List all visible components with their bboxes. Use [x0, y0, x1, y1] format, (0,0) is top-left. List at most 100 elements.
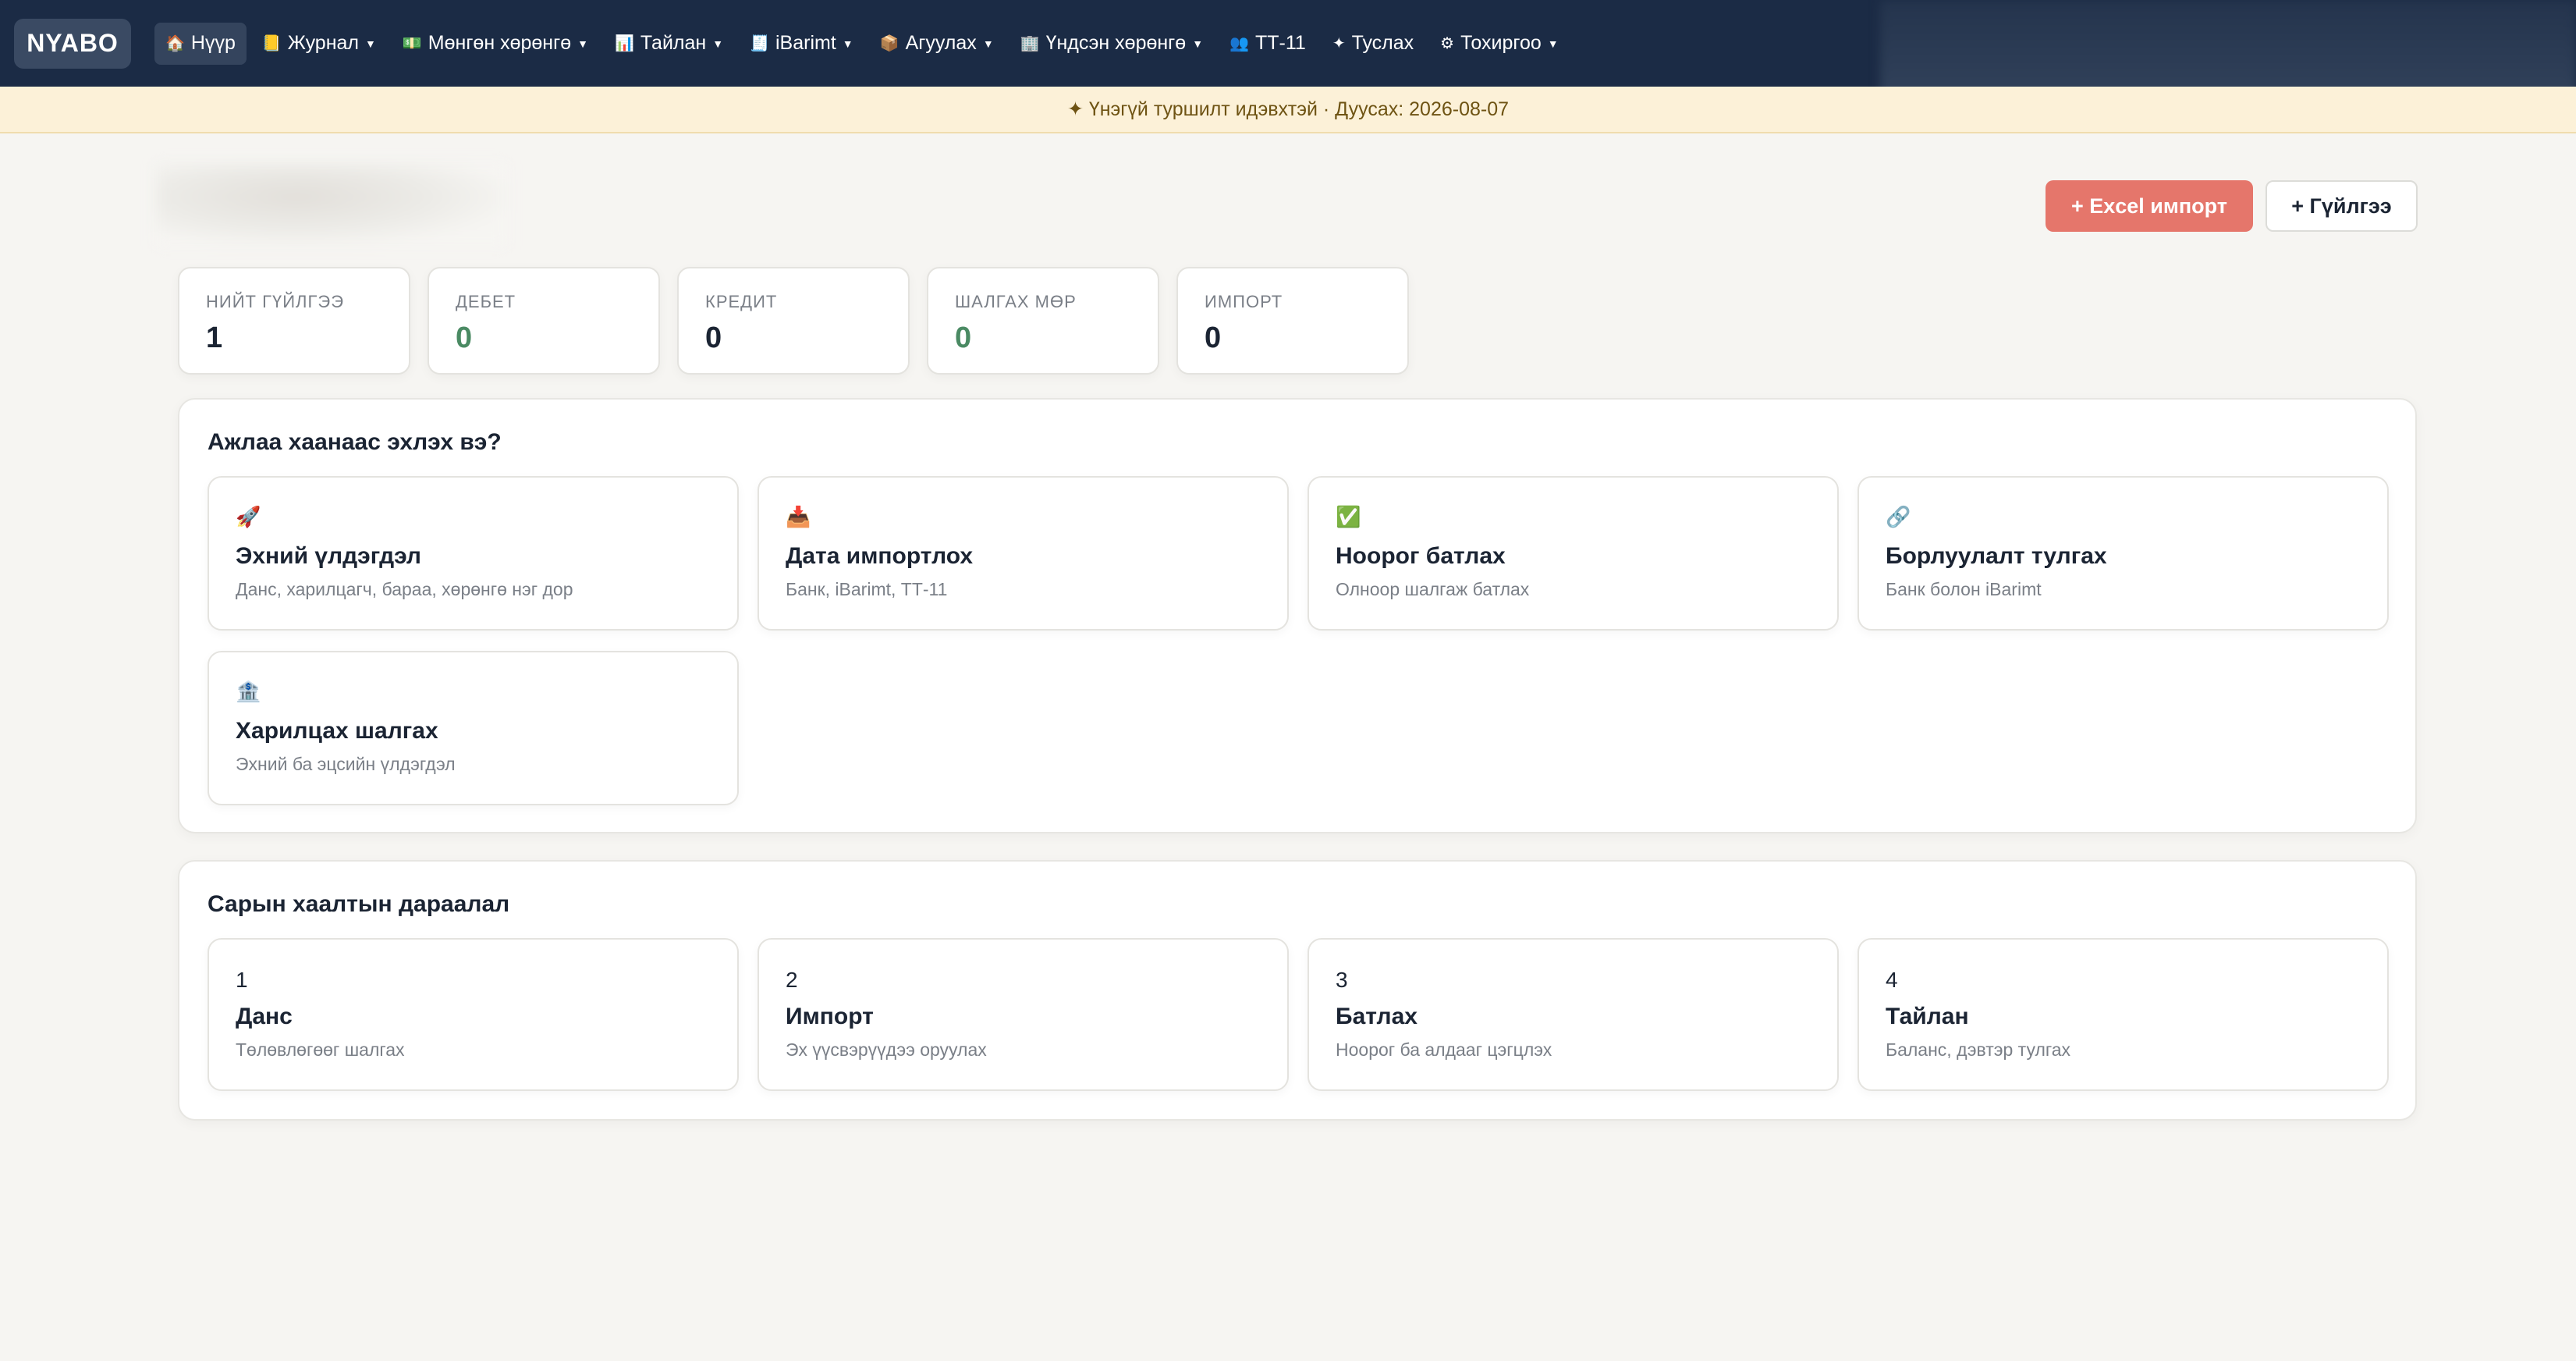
card-title: Ноорог батлах: [1336, 543, 1506, 569]
stat-label: НИЙТ ГҮЙЛГЭЭ: [206, 292, 344, 311]
chevron-down-icon: ▼: [982, 37, 994, 50]
blurred-user-area: [1880, 0, 2576, 95]
stat-value: 0: [955, 322, 972, 354]
nav-item-home[interactable]: 🏠 Нүүр: [154, 22, 247, 65]
nav-item-label: Тохиргоо: [1460, 32, 1542, 54]
month-close-title: Сарын хаалтын дараалал: [208, 891, 510, 917]
step-title: Импорт: [786, 1004, 874, 1029]
close-step-import[interactable]: 2 Импорт Эх үүсвэрүүдээ оруулах: [758, 938, 1289, 1091]
nav-item-label: Тайлан: [640, 32, 707, 54]
card-title: Борлуулалт тулгах: [1886, 543, 2107, 569]
nav-item-label: ТТ-11: [1254, 32, 1306, 54]
stat-value: 0: [705, 322, 722, 354]
start-card-opening-balance[interactable]: 🚀 Эхний үлдэгдэл Данс, харилцагч, бараа, х…: [208, 476, 739, 631]
card-subtitle: Банк болон iBarimt: [1886, 579, 2042, 599]
journal-icon: 📒: [261, 35, 282, 52]
nav-item-settings[interactable]: ⚙ Тохиргоо ▼: [1429, 23, 1569, 65]
check-icon: ✅: [1336, 505, 1361, 528]
chevron-down-icon: ▼: [842, 37, 853, 50]
start-card-sales-reconcile[interactable]: 🔗 Борлуулалт тулгах Банк болон iBarimt: [1857, 476, 2389, 631]
getting-started-grid: 🚀 Эхний үлдэгдэл Данс, харилцагч, бараа, х…: [208, 476, 2389, 805]
nav-item-label: Мөнгөн хөрөнгө: [428, 32, 572, 54]
nav-item-reports[interactable]: 📊 Тайлан ▼: [604, 23, 734, 65]
chevron-down-icon: ▼: [1547, 37, 1559, 50]
nav-item-ibarimt[interactable]: 🧾 iBarimt ▼: [739, 23, 864, 65]
step-subtitle: Эх үүсвэрүүдээ оруулах: [786, 1039, 987, 1060]
assistant-icon: ✦: [1332, 35, 1346, 52]
nav-item-assistant[interactable]: ✦ Туслах: [1322, 23, 1425, 65]
stat-card-import: ИМПОРТ 0: [1176, 267, 1409, 375]
stat-card-total-transactions: НИЙТ ГҮЙЛГЭЭ 1: [178, 267, 410, 375]
close-step-report[interactable]: 4 Тайлан Баланс, дэвтэр тулгах: [1857, 938, 2389, 1091]
month-close-panel: Сарын хаалтын дараалал 1 Данс Төлөвлөгөөг …: [178, 860, 2417, 1121]
step-title: Тайлан: [1886, 1004, 1969, 1029]
stat-label: ШАЛГАХ МӨР: [955, 292, 1077, 311]
stat-card-debit: ДЕБЕТ 0: [428, 267, 660, 375]
stats-row: НИЙТ ГҮЙЛГЭЭ 1 ДЕБЕТ 0 КРЕДИТ 0 ШАЛГАХ МӨР 0 ИМП…: [178, 267, 1409, 375]
chevron-down-icon: ▼: [712, 37, 724, 50]
nav-item-warehouse[interactable]: 📦 Агуулах ▼: [869, 23, 1005, 65]
card-subtitle: Эхний ба эцсийн үлдэгдэл: [236, 754, 456, 774]
getting-started-title: Ажлаа хаанаас эхлэх вэ?: [208, 429, 502, 455]
nav-item-label: Үндсэн хөрөнгө: [1045, 32, 1187, 54]
app-logo[interactable]: NYABO: [14, 18, 131, 69]
step-subtitle: Төлөвлөгөөг шалгах: [236, 1039, 405, 1060]
nav-item-label: Агуулах: [905, 32, 977, 54]
close-step-accounts[interactable]: 1 Данс Төлөвлөгөөг шалгах: [208, 938, 739, 1091]
link-icon: 🔗: [1886, 505, 1911, 528]
home-icon: 🏠: [165, 35, 185, 52]
nav-item-label: Нүүр: [190, 32, 236, 54]
nav-item-label: Журнал: [287, 32, 360, 54]
stat-label: ИМПОРТ: [1205, 292, 1283, 311]
step-title: Данс: [236, 1004, 293, 1029]
step-subtitle: Ноорог ба алдааг цэгцлэх: [1336, 1039, 1552, 1060]
start-card-check-current-account[interactable]: 🏦 Харилцах шалгах Эхний ба эцсийн үлдэгдэл: [208, 651, 739, 805]
getting-started-panel: Ажлаа хаанаас эхлэх вэ? 🚀 Эхний үлдэгдэл Д…: [178, 398, 2417, 833]
excel-import-button[interactable]: + Excel импорт: [2046, 180, 2253, 232]
nav-menu: 🏠 Нүүр 📒 Журнал ▼ 💵 Мөнгөн хөрөнгө ▼ 📊 Тайлан ▼ 🧾 iB…: [154, 22, 1574, 65]
inbox-import-icon: 📥: [786, 505, 811, 528]
nav-item-journal[interactable]: 📒 Журнал ▼: [251, 23, 387, 65]
chevron-down-icon: ▼: [365, 37, 376, 50]
card-subtitle: Данс, харилцагч, бараа, хөрөнгө нэг дор: [236, 579, 573, 599]
nav-item-tt11[interactable]: 👥 ТТ-11: [1219, 23, 1317, 65]
start-card-data-import[interactable]: 📥 Дата импортлох Банк, iBarimt, ТТ-11: [758, 476, 1289, 631]
reports-icon: 📊: [615, 35, 634, 52]
card-subtitle: Олноор шалгаж батлах: [1336, 579, 1530, 599]
stat-card-credit: КРЕДИТ 0: [677, 267, 910, 375]
trial-banner: ✦ Үнэгүй туршилт идэвхтэй · Дуусах: 2026…: [0, 87, 2576, 133]
new-transaction-button[interactable]: + Гүйлгээ: [2266, 180, 2418, 232]
tt11-icon: 👥: [1229, 35, 1249, 52]
step-number: 4: [1886, 968, 1898, 992]
cash-icon: 💵: [402, 35, 422, 52]
card-title: Эхний үлдэгдэл: [236, 543, 421, 569]
stat-value: 0: [1205, 322, 1222, 354]
nav-item-label: Туслах: [1351, 32, 1414, 54]
step-number: 2: [786, 968, 798, 992]
nav-item-label: iBarimt: [775, 32, 836, 54]
fixed-assets-icon: 🏢: [1020, 35, 1040, 52]
step-subtitle: Баланс, дэвтэр тулгах: [1886, 1039, 2071, 1060]
bank-icon: 🏦: [236, 680, 261, 703]
card-title: Харилцах шалгах: [236, 718, 438, 744]
card-title: Дата импортлох: [786, 543, 973, 569]
step-number: 3: [1336, 968, 1348, 992]
blurred-page-title: [156, 164, 507, 246]
settings-icon: ⚙: [1440, 35, 1455, 52]
stat-label: ДЕБЕТ: [456, 292, 516, 311]
nav-item-fixed-assets[interactable]: 🏢 Үндсэн хөрөнгө ▼: [1009, 23, 1214, 65]
step-title: Батлах: [1336, 1004, 1418, 1029]
month-close-grid: 1 Данс Төлөвлөгөөг шалгах 2 Импорт Эх үүсвэрү…: [208, 938, 2389, 1091]
warehouse-icon: 📦: [879, 35, 899, 52]
close-step-approve[interactable]: 3 Батлах Ноорог ба алдааг цэгцлэх: [1308, 938, 1839, 1091]
card-subtitle: Банк, iBarimt, ТТ-11: [786, 579, 948, 599]
step-number: 1: [236, 968, 248, 992]
stat-label: КРЕДИТ: [705, 292, 778, 311]
start-card-approve-drafts[interactable]: ✅ Ноорог батлах Олноор шалгаж батлах: [1308, 476, 1839, 631]
chevron-down-icon: ▼: [577, 37, 588, 50]
stat-value: 0: [456, 322, 473, 354]
nav-item-cash[interactable]: 💵 Мөнгөн хөрөнгө ▼: [392, 23, 599, 65]
rocket-icon: 🚀: [236, 505, 261, 528]
ibarimt-icon: 🧾: [750, 35, 769, 52]
stat-value: 1: [206, 322, 223, 354]
